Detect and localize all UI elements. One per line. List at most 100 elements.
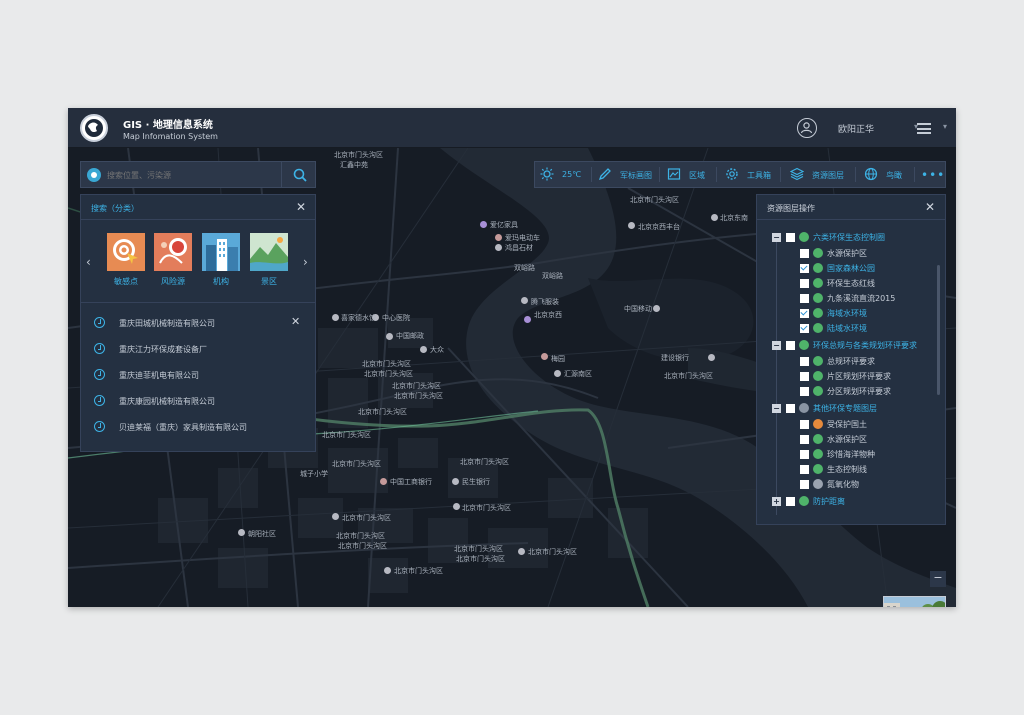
poi-marker[interactable] <box>332 314 339 321</box>
collapse-toggle-icon[interactable]: − <box>772 233 781 242</box>
user-avatar-icon[interactable] <box>797 118 817 138</box>
layer-group[interactable]: − 六类环保生态控制圈 <box>757 231 933 245</box>
poi-marker[interactable] <box>653 305 660 312</box>
layer-item[interactable]: 总规环评要求 <box>757 355 933 369</box>
category-sensitive-point[interactable]: 敏感点 <box>106 233 146 287</box>
close-icon[interactable]: ✕ <box>925 200 935 214</box>
history-item[interactable]: 重庆康园机械制造有限公司 <box>81 391 315 411</box>
panorama-thumbnail[interactable]: 全景 <box>883 596 946 607</box>
layer-item[interactable]: 水源保护区 <box>757 433 933 447</box>
search-input[interactable] <box>107 167 277 183</box>
layer-checkbox[interactable] <box>800 279 809 288</box>
poi-marker[interactable] <box>452 478 459 485</box>
toolbox-button[interactable]: 工具箱 <box>725 162 780 187</box>
layer-checkbox[interactable] <box>800 249 809 258</box>
poi-marker[interactable] <box>386 333 393 340</box>
layer-checkbox[interactable] <box>800 420 809 429</box>
layer-item-label: 九条溪流直流2015 <box>827 294 896 303</box>
layer-item[interactable]: 水源保护区 <box>757 247 933 261</box>
layer-item[interactable]: 受保护国土 <box>757 418 933 432</box>
poi-marker[interactable] <box>453 503 460 510</box>
layer-item[interactable]: 生态控制线 <box>757 463 933 477</box>
layer-checkbox[interactable] <box>800 450 809 459</box>
layer-checkbox[interactable] <box>786 233 795 242</box>
layer-item[interactable]: 国家森林公园 <box>757 262 933 276</box>
menu-dropdown-caret-icon[interactable]: ▾ <box>943 122 947 131</box>
layer-item-label: 国家森林公园 <box>827 264 875 273</box>
category-scenic-area[interactable]: 景区 <box>249 233 289 287</box>
layer-item[interactable]: 陆域水环境 <box>757 322 933 336</box>
history-item[interactable]: 重庆迪菲机电有限公司 <box>81 365 315 385</box>
layer-type-icon <box>813 293 823 303</box>
zoom-out-button[interactable]: − <box>930 571 946 587</box>
poi-marker[interactable] <box>628 222 635 229</box>
poi-marker[interactable] <box>495 244 502 251</box>
more-options-icon[interactable]: ••• <box>921 168 945 182</box>
layer-checkbox[interactable] <box>800 435 809 444</box>
layer-item[interactable]: 分区规划环评要求 <box>757 385 933 399</box>
layer-item[interactable]: 片区规划环评要求 <box>757 370 933 384</box>
search-button[interactable] <box>281 162 316 187</box>
layer-group[interactable]: − 其他环保专题图层 <box>757 402 933 416</box>
layer-checkbox[interactable] <box>800 324 809 333</box>
map-label: 鸿昌石材 <box>505 244 533 252</box>
close-icon[interactable]: ✕ <box>291 315 300 328</box>
expand-toggle-icon[interactable]: + <box>772 497 781 506</box>
layer-item[interactable]: 环保生态红线 <box>757 277 933 291</box>
resource-layer-button[interactable]: 资源图层 <box>790 162 860 187</box>
layer-group[interactable]: + 防护距离 <box>757 495 933 509</box>
poi-marker[interactable] <box>332 513 339 520</box>
layer-checkbox[interactable] <box>800 357 809 366</box>
history-item[interactable]: 贝迪莱福（重庆）家具制造有限公司 <box>81 417 315 437</box>
user-name[interactable]: 欧阳正华 <box>838 122 874 135</box>
close-icon[interactable]: ✕ <box>296 200 306 214</box>
map-label: 北京市门头沟区 <box>364 370 413 378</box>
scrollbar[interactable] <box>937 265 940 395</box>
layer-item[interactable]: 海域水环境 <box>757 307 933 321</box>
military-drawing-button[interactable]: 军标画图 <box>598 162 658 187</box>
history-item[interactable]: 重庆江力环保成套设备厂 <box>81 339 315 359</box>
layer-checkbox[interactable] <box>800 465 809 474</box>
poi-marker[interactable] <box>238 529 245 536</box>
poi-marker[interactable] <box>554 370 561 377</box>
poi-marker[interactable] <box>521 297 528 304</box>
collapse-toggle-icon[interactable]: − <box>772 404 781 413</box>
poi-marker[interactable] <box>380 478 387 485</box>
chevron-right-icon[interactable]: › <box>303 255 308 269</box>
divider <box>591 167 592 182</box>
poi-marker[interactable] <box>518 548 525 555</box>
layer-checkbox[interactable] <box>800 264 809 273</box>
category-risk-source[interactable]: 风险源 <box>153 233 193 287</box>
layer-checkbox[interactable] <box>800 387 809 396</box>
layer-type-icon <box>813 386 823 396</box>
layer-item[interactable]: 珍惜海洋物种 <box>757 448 933 462</box>
poi-marker[interactable] <box>524 316 531 323</box>
layer-checkbox[interactable] <box>786 341 795 350</box>
poi-marker[interactable] <box>495 234 502 241</box>
category-institution[interactable]: 机构 <box>201 233 241 287</box>
layer-group[interactable]: − 环保总规与各类规划环评要求 <box>757 339 933 353</box>
map-label: 北京市门头沟区 <box>322 431 371 439</box>
layer-checkbox[interactable] <box>786 497 795 506</box>
layer-item[interactable]: 氮氧化物 <box>757 478 933 492</box>
region-button[interactable]: 区域 <box>667 162 712 187</box>
layer-checkbox[interactable] <box>800 480 809 489</box>
hamburger-menu-icon[interactable] <box>917 123 931 134</box>
chevron-left-icon[interactable]: ‹ <box>86 255 91 269</box>
poi-marker[interactable] <box>541 353 548 360</box>
layer-checkbox[interactable] <box>800 372 809 381</box>
poi-marker[interactable] <box>711 214 718 221</box>
layer-checkbox[interactable] <box>800 309 809 318</box>
bird-eye-button[interactable]: 鸟瞰 <box>864 162 909 187</box>
layer-checkbox[interactable] <box>786 404 795 413</box>
history-item[interactable]: 重庆田城机械制造有限公司 ✕ <box>81 313 315 333</box>
panel-title: 搜索（分类） <box>91 204 139 213</box>
map-label: 北京市门头沟区 <box>392 382 441 390</box>
collapse-toggle-icon[interactable]: − <box>772 341 781 350</box>
poi-marker[interactable] <box>420 346 427 353</box>
poi-marker[interactable] <box>384 567 391 574</box>
layer-item[interactable]: 九条溪流直流2015 <box>757 292 933 306</box>
layer-checkbox[interactable] <box>800 294 809 303</box>
poi-marker[interactable] <box>708 354 715 361</box>
poi-marker[interactable] <box>480 221 487 228</box>
